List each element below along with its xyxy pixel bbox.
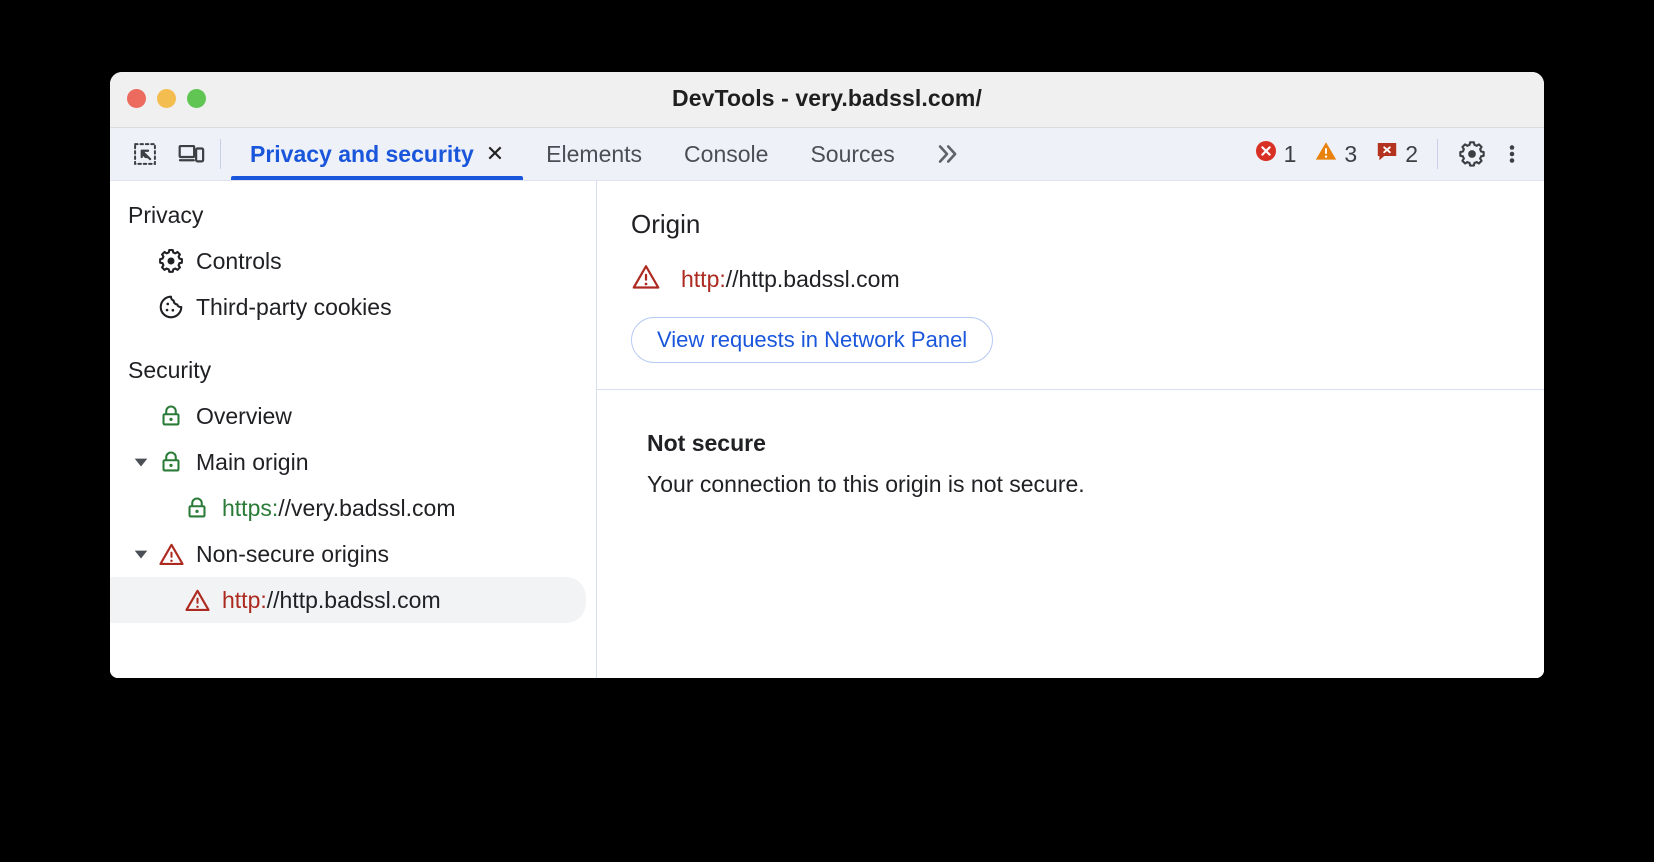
security-main-panel: Origin http://http.badssl.com View reque… <box>597 181 1544 678</box>
tab-sources[interactable]: Sources <box>789 128 915 180</box>
section-title: Origin <box>631 209 701 239</box>
sidebar-item-http-badssl-com[interactable]: http://http.badssl.com <box>110 577 586 623</box>
tab-label: Console <box>684 140 769 167</box>
sidebar-item-very-badssl-com[interactable]: https://very.badssl.com <box>110 485 586 531</box>
window-titlebar: DevTools - very.badssl.com/ <box>110 72 1544 128</box>
toolbar-right-group: 1 3 2 <box>1245 128 1544 180</box>
device-toolbar-icon[interactable] <box>168 128 214 180</box>
connection-heading: Not secure <box>647 430 766 456</box>
tab-console[interactable]: Console <box>663 128 789 180</box>
inspect-element-icon[interactable] <box>122 128 168 180</box>
url-scheme: http: <box>681 266 726 292</box>
connection-description: Your connection to this origin is not se… <box>647 471 1085 497</box>
sidebar-item-main-origin[interactable]: Main origin <box>110 439 586 485</box>
sidebar-item-label: Non-secure origins <box>196 540 390 567</box>
tab-privacy-and-security[interactable]: Privacy and security ✕ <box>229 128 525 180</box>
warning-triangle-red-icon <box>154 541 188 568</box>
sidebar-item-controls[interactable]: Controls <box>110 238 586 284</box>
screen-root: DevTools - very.badssl.com/ Privacy and … <box>0 0 1654 862</box>
sidebar-item-label: Overview <box>196 402 292 429</box>
close-icon[interactable]: ✕ <box>486 143 504 165</box>
tab-label: Privacy and security <box>250 140 474 167</box>
origin-row: http://http.badssl.com <box>631 262 1544 297</box>
error-circle-icon <box>1254 139 1278 169</box>
view-requests-in-network-panel-button[interactable]: View requests in Network Panel <box>631 317 994 363</box>
warning-triangle-icon <box>1314 139 1338 169</box>
toolbar-divider <box>220 139 221 169</box>
sidebar-item-overview[interactable]: Overview <box>110 393 586 439</box>
sidebar-item-label: Main origin <box>196 448 309 475</box>
more-options-icon[interactable] <box>1494 132 1530 176</box>
sidebar-item-origin-url: http://http.badssl.com <box>222 587 441 614</box>
warning-count-value: 3 <box>1344 140 1358 167</box>
toolbar-divider-right <box>1437 139 1438 169</box>
warning-count[interactable]: 3 <box>1305 139 1366 169</box>
issue-count-value: 2 <box>1405 140 1418 167</box>
devtools-body: Privacy Controls Third-party cookies Sec… <box>110 181 1544 678</box>
sidebar-item-label: Controls <box>196 247 282 274</box>
tab-elements[interactable]: Elements <box>525 128 663 180</box>
origin-section: Origin http://http.badssl.com View reque… <box>597 181 1544 390</box>
chevron-down-icon[interactable] <box>128 453 154 471</box>
chevron-down-icon[interactable] <box>128 545 154 563</box>
issue-message-icon <box>1375 139 1399 169</box>
lock-green-icon <box>180 495 214 521</box>
devtools-window: DevTools - very.badssl.com/ Privacy and … <box>110 72 1544 678</box>
issue-count[interactable]: 2 <box>1366 139 1427 169</box>
sidebar-item-third-party-cookies[interactable]: Third-party cookies <box>110 284 586 330</box>
origin-url: http://http.badssl.com <box>681 266 900 293</box>
devtools-toolbar: Privacy and security ✕ Elements Console … <box>110 128 1544 181</box>
url-host: //very.badssl.com <box>278 494 456 521</box>
gear-icon[interactable] <box>1450 132 1494 176</box>
tab-label: Elements <box>546 140 643 167</box>
sidebar-item-non-secure-origins[interactable]: Non-secure origins <box>110 531 586 577</box>
lock-green-icon <box>154 403 188 429</box>
window-title: DevTools - very.badssl.com/ <box>672 85 982 111</box>
url-scheme: https: <box>222 494 279 521</box>
connection-section: Not secure Your connection to this origi… <box>597 390 1544 498</box>
tab-label: Sources <box>810 140 895 167</box>
security-sidebar: Privacy Controls Third-party cookies Sec… <box>110 181 597 678</box>
error-count-value: 1 <box>1283 140 1297 167</box>
url-host: //http.badssl.com <box>725 266 900 292</box>
sidebar-group-security-title: Security <box>128 357 212 383</box>
sidebar-group-privacy-title: Privacy <box>128 202 204 228</box>
sidebar-item-label: Third-party cookies <box>196 293 392 320</box>
url-scheme: http: <box>222 586 267 613</box>
sidebar-item-origin-url: https://very.badssl.com <box>222 495 456 522</box>
url-host: //http.badssl.com <box>266 586 441 613</box>
gear-icon <box>154 247 188 275</box>
lock-green-icon <box>154 449 188 475</box>
warning-triangle-red-icon <box>180 587 214 614</box>
error-count[interactable]: 1 <box>1245 139 1306 169</box>
cookie-icon <box>154 293 188 321</box>
more-tabs-icon[interactable] <box>916 128 978 180</box>
warning-triangle-red-icon <box>631 262 661 297</box>
